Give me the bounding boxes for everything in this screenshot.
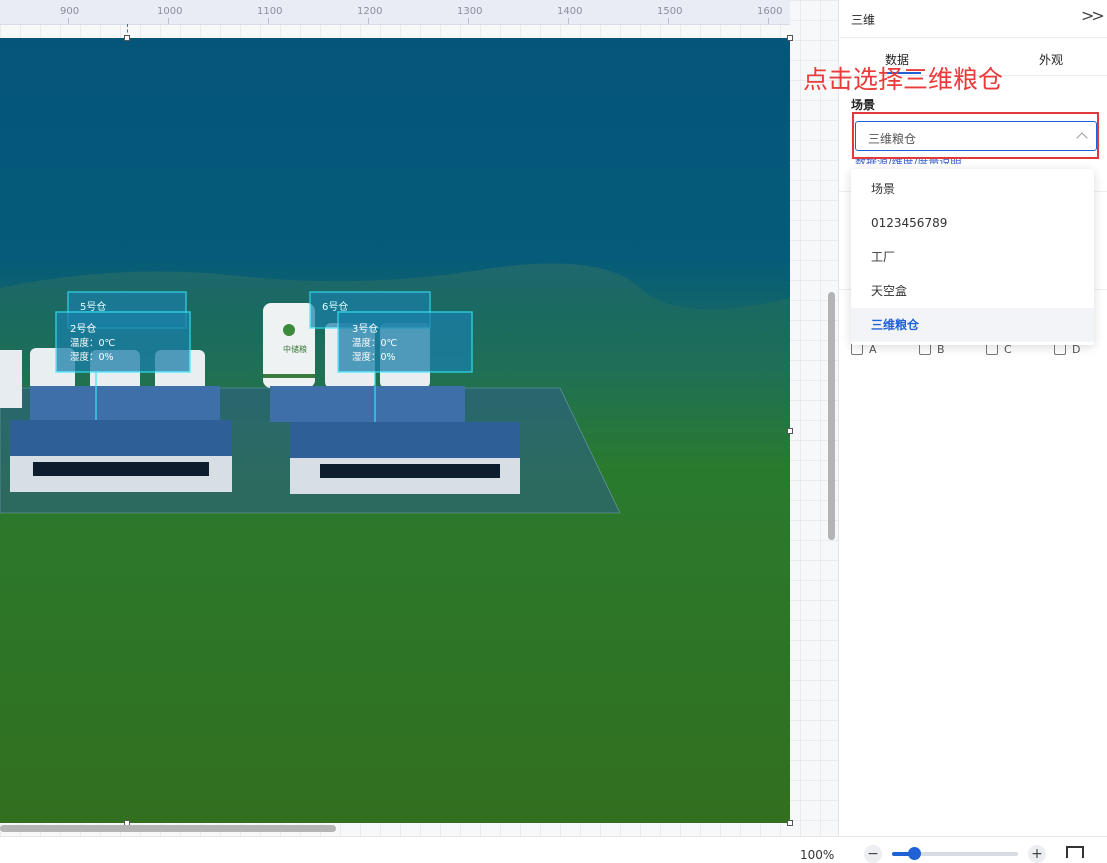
- silo-brand-text: 中储粮: [283, 344, 307, 354]
- ruler-tick: 1400: [557, 6, 583, 17]
- dropdown-option[interactable]: 场景: [851, 172, 1094, 206]
- horizontal-ruler: 900 1000 1100 1200 1300 1400 1500 1600: [0, 0, 790, 25]
- warehouse-card-humidity: 湿度：0%: [70, 351, 114, 363]
- double-chevron-right-icon[interactable]: >>: [1081, 6, 1105, 25]
- resize-handle-bottom-right[interactable]: [787, 820, 793, 826]
- dropdown-option[interactable]: 工厂: [851, 240, 1094, 274]
- ruler-mark: [68, 18, 69, 24]
- resize-handle-top-right[interactable]: [787, 35, 793, 41]
- checkbox-b-label: B: [937, 343, 945, 356]
- granary-scene-svg: 中储粮 5号仓 2号仓 温度：0℃ 湿度：0% 6号仓 3号仓 温度：0℃ 湿度…: [0, 263, 790, 514]
- warehouse-card-title: 3号仓: [352, 322, 378, 335]
- ruler-tick: 1300: [457, 6, 483, 17]
- vertical-scrollbar[interactable]: [828, 292, 835, 540]
- granary-3d-scene[interactable]: 中储粮 5号仓 2号仓 温度：0℃ 湿度：0% 6号仓 3号仓 温度：0℃ 湿度…: [0, 38, 790, 823]
- ruler-tick: 900: [60, 6, 80, 17]
- zoom-level[interactable]: 100%: [800, 848, 834, 862]
- fullscreen-icon[interactable]: [1066, 846, 1084, 858]
- warehouse-right: [290, 422, 520, 494]
- dropdown-option[interactable]: 0123456789: [851, 206, 1094, 240]
- ruler-mark: [568, 18, 569, 24]
- ruler-tick: 1100: [257, 6, 283, 17]
- dropdown-option[interactable]: 天空盒: [851, 274, 1094, 308]
- scene-dropdown-menu: 场景 0123456789 工厂 天空盒 三维粮仓: [851, 169, 1094, 345]
- annotation-highlight-box: [852, 112, 1099, 159]
- zoom-slider-thumb[interactable]: [908, 847, 921, 860]
- resize-handle-top[interactable]: [124, 35, 130, 41]
- scene-section-label: 场景: [851, 98, 876, 112]
- ruler-tick: 1200: [357, 6, 383, 17]
- ruler-mark: [668, 18, 669, 24]
- ruler-tick: 1000: [157, 6, 183, 17]
- ruler-mark: [468, 18, 469, 24]
- warehouse-card-title: 2号仓: [70, 322, 96, 335]
- warehouse-card-temp: 温度：0℃: [70, 337, 116, 349]
- zoom-in-button[interactable]: +: [1028, 845, 1046, 863]
- panel-title: 三维: [851, 13, 876, 27]
- annotation-text: 点击选择三维粮仓: [803, 65, 1004, 94]
- ruler-mark: [268, 18, 269, 24]
- dropdown-option-selected[interactable]: 三维粮仓: [851, 308, 1094, 342]
- checkbox-d-label: D: [1072, 343, 1081, 356]
- ruler-mark: [168, 18, 169, 24]
- canvas-workspace: 900 1000 1100 1200 1300 1400 1500 1600 中…: [0, 0, 838, 856]
- tab-appearance[interactable]: 外观: [1039, 51, 1063, 68]
- checkbox-c-label: C: [1004, 343, 1012, 356]
- warehouse-card-title: 6号仓: [322, 300, 348, 313]
- horizontal-scrollbar[interactable]: [0, 825, 336, 832]
- ruler-mark: [368, 18, 369, 24]
- warehouse-card-temp: 温度：0℃: [352, 337, 398, 349]
- checkbox-a-label: A: [869, 343, 877, 356]
- ruler-tick: 1500: [657, 6, 683, 17]
- warehouse-card-title: 5号仓: [80, 300, 106, 313]
- zoom-out-button[interactable]: −: [864, 845, 882, 863]
- warehouse-left: [10, 420, 232, 492]
- warehouse-card-humidity: 湿度：0%: [352, 351, 396, 363]
- ruler-mark: [768, 18, 769, 24]
- divider: [839, 37, 1107, 38]
- resize-handle-right[interactable]: [787, 428, 793, 434]
- ruler-tick: 1600: [757, 6, 783, 17]
